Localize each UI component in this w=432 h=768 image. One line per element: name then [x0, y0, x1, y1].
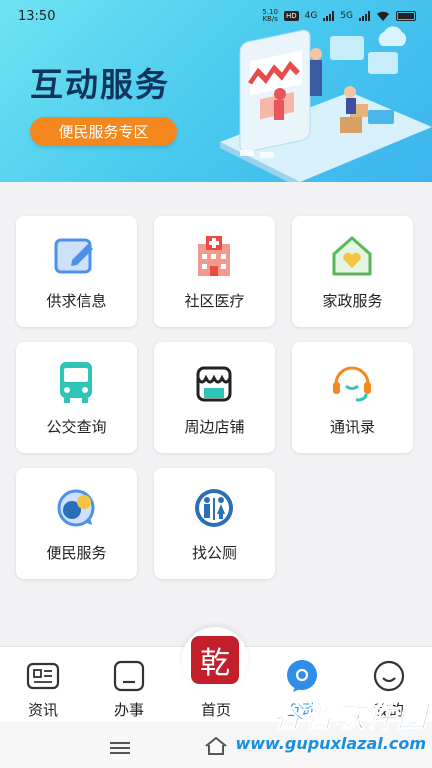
network-label-1: 4G [304, 11, 318, 21]
banner-service-zone-button[interactable]: 便民服务专区 [30, 117, 177, 146]
service-card-supply-demand[interactable]: 供求信息 [16, 216, 137, 327]
banner-title: 互动服务 [30, 65, 170, 104]
edit-note-icon [54, 238, 93, 274]
service-label: 找公厕 [191, 544, 237, 562]
tasks-icon [113, 660, 145, 692]
network-label-2: 5G [340, 11, 353, 21]
home-seal-icon: 乾 [191, 636, 239, 684]
bus-icon [60, 362, 92, 403]
service-card-convenience[interactable]: 便民服务 [16, 468, 137, 579]
hospital-icon [198, 236, 230, 276]
service-card-bus-query[interactable]: 公交查询 [16, 342, 137, 453]
store-icon [196, 366, 232, 402]
service-label: 社区医疗 [184, 292, 245, 310]
tab-services[interactable]: 办事 [86, 647, 172, 723]
yuan-refresh-icon [57, 489, 95, 527]
service-card-nearby-stores[interactable]: 周边店铺 [154, 342, 275, 453]
service-label: 家政服务 [322, 292, 383, 310]
signal-icon [323, 11, 335, 21]
service-card-housekeeping[interactable]: 家政服务 [292, 216, 413, 327]
hd-badge: HD [283, 11, 299, 21]
restroom-icon [195, 489, 233, 527]
home-seal-button[interactable]: 乾 [182, 627, 248, 693]
wifi-icon [377, 11, 389, 21]
watermark-url: www.gupuxlazal.com [235, 734, 426, 753]
service-label: 周边店铺 [184, 418, 245, 436]
signal-icon-2 [359, 11, 370, 21]
service-label: 便民服务 [46, 544, 107, 562]
service-card-community-medical[interactable]: 社区医疗 [154, 216, 275, 327]
watermark-text: 谷普软件园 [273, 700, 428, 736]
status-icons: 5.10 KB/s HD 4G 5G [262, 9, 416, 23]
home-heart-icon [332, 236, 372, 276]
tab-label: 首页 [200, 701, 231, 719]
status-bar: 13:50 5.10 KB/s HD 4G 5G [0, 0, 432, 32]
status-time: 13:50 [18, 8, 56, 24]
service-card-contacts[interactable]: 通讯录 [292, 342, 413, 453]
banner-illustration [220, 26, 432, 182]
service-label: 通讯录 [329, 418, 375, 436]
chat-bubble-icon [287, 660, 317, 692]
home-icon[interactable] [204, 736, 228, 756]
news-icon [26, 662, 60, 690]
net-speed: 5.10 KB/s [262, 8, 278, 23]
menu-icon[interactable] [110, 742, 130, 757]
service-card-public-toilet[interactable]: 找公厕 [154, 468, 275, 579]
tab-label: 办事 [113, 701, 144, 719]
headset-icon [333, 366, 371, 402]
profile-face-icon [373, 660, 405, 692]
service-label: 供求信息 [46, 292, 107, 310]
battery-icon [396, 11, 416, 21]
tab-label: 资讯 [27, 701, 58, 719]
tab-news[interactable]: 资讯 [0, 647, 86, 723]
service-label: 公交查询 [46, 418, 107, 436]
